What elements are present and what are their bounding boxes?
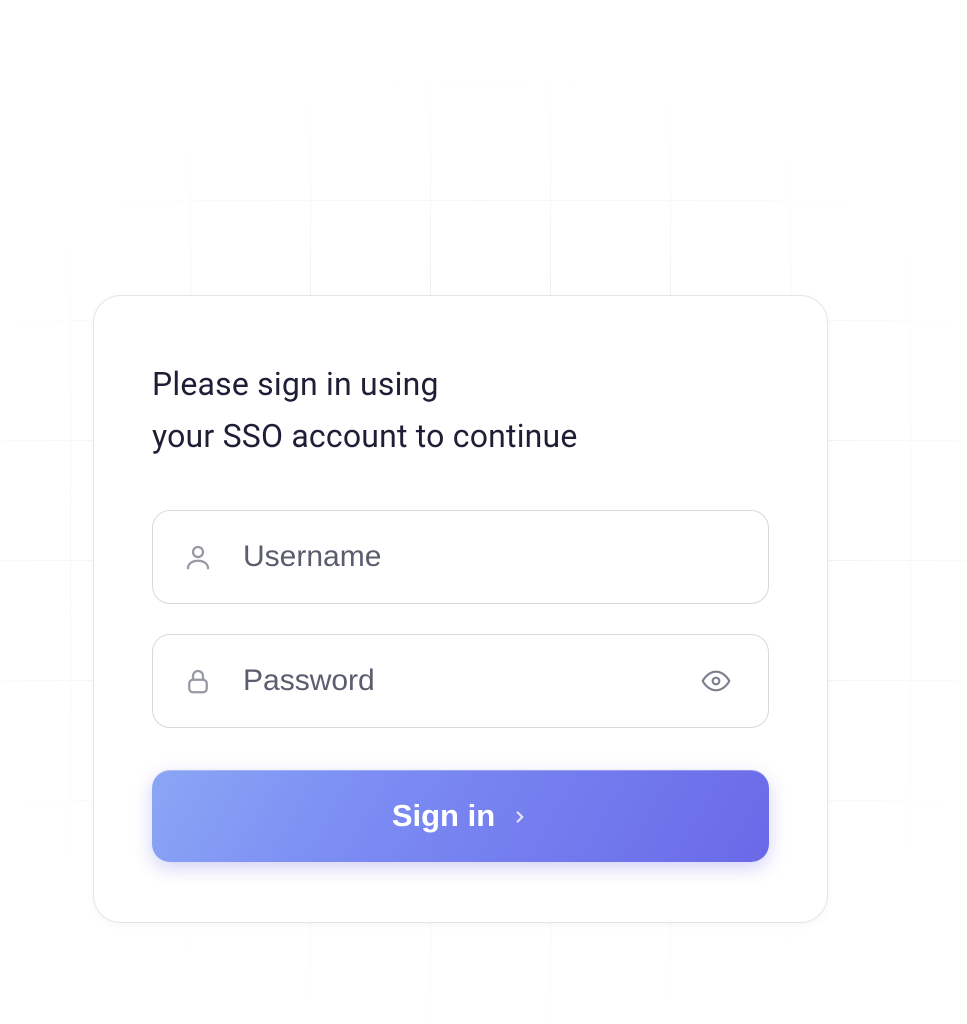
lock-icon	[183, 666, 223, 696]
toggle-password-visibility[interactable]	[694, 665, 738, 697]
heading-line-2: your SSO account to continue	[152, 417, 578, 455]
sign-in-button[interactable]: Sign in	[152, 770, 769, 862]
chevron-right-icon	[511, 798, 529, 834]
heading-line-1: Please sign in using	[152, 365, 439, 403]
login-card: Please sign in using your SSO account to…	[93, 295, 828, 923]
login-heading: Please sign in using your SSO account to…	[152, 358, 769, 462]
sign-in-button-label: Sign in	[392, 798, 495, 834]
eye-icon	[700, 665, 732, 697]
user-icon	[183, 542, 223, 572]
password-field-wrapper[interactable]	[152, 634, 769, 728]
password-input[interactable]	[243, 664, 694, 698]
username-field-wrapper[interactable]	[152, 510, 769, 604]
username-input[interactable]	[243, 540, 738, 574]
